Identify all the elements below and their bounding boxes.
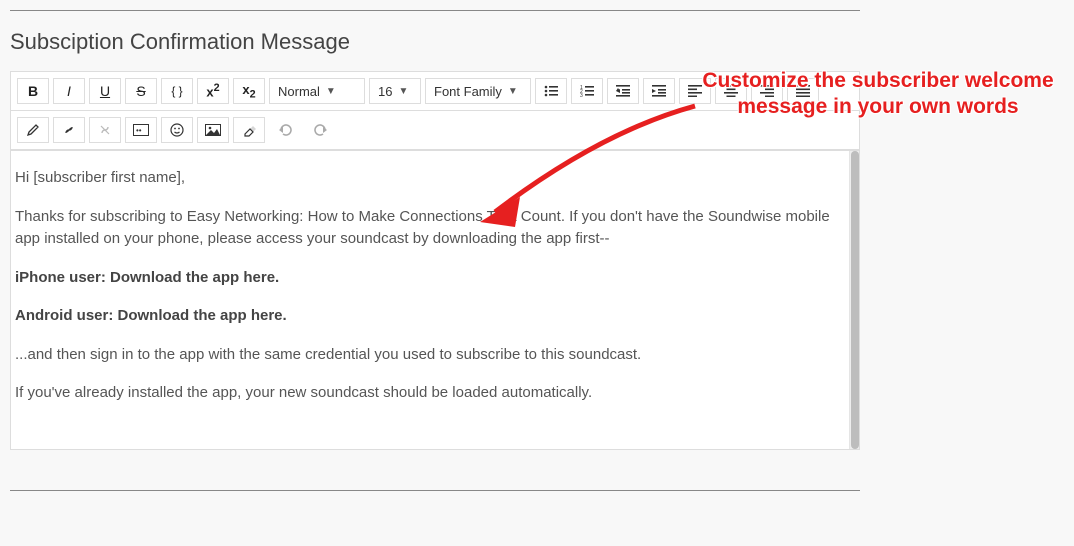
editor-scrollbar[interactable] — [849, 151, 859, 449]
strikethrough-button[interactable]: S — [125, 78, 157, 104]
align-right-button[interactable] — [751, 78, 783, 104]
editor-area[interactable]: Hi [subscriber first name], Thanks for s… — [10, 150, 860, 450]
undo-button[interactable] — [269, 117, 301, 143]
code-braces-button[interactable]: { } — [161, 78, 193, 104]
image-button[interactable] — [197, 117, 229, 143]
editor-toolbar: B I U S { } x2 x2 Normal ▼ 16 ▼ Font Fam… — [10, 71, 860, 110]
align-left-button[interactable] — [679, 78, 711, 104]
eraser-button[interactable] — [233, 117, 265, 143]
align-justify-button[interactable] — [787, 78, 819, 104]
svg-text:••: •• — [136, 126, 142, 135]
unordered-list-button[interactable] — [535, 78, 567, 104]
installed-paragraph: If you've already installed the app, you… — [15, 382, 839, 405]
section-title: Subsciption Confirmation Message — [10, 29, 860, 55]
indent-button[interactable] — [643, 78, 675, 104]
scrollbar-thumb[interactable] — [851, 151, 859, 449]
bottom-divider — [10, 490, 860, 491]
top-divider — [10, 10, 860, 11]
font-family-select[interactable]: Font Family ▼ — [425, 78, 531, 104]
caret-down-icon: ▼ — [508, 86, 518, 97]
pencil-icon-button[interactable] — [17, 117, 49, 143]
link-button[interactable] — [53, 117, 85, 143]
intro-paragraph: Thanks for subscribing to Easy Networkin… — [15, 206, 839, 251]
outdent-button[interactable] — [607, 78, 639, 104]
caret-down-icon: ▼ — [326, 86, 336, 97]
underline-button[interactable]: U — [89, 78, 121, 104]
iphone-line: iPhone user: Download the app here. — [15, 267, 839, 290]
italic-button[interactable]: I — [53, 78, 85, 104]
font-size-select[interactable]: 16 ▼ — [369, 78, 421, 104]
svg-text:3: 3 — [580, 93, 583, 97]
redo-button[interactable] — [305, 117, 337, 143]
align-center-button[interactable] — [715, 78, 747, 104]
editor-content[interactable]: Hi [subscriber first name], Thanks for s… — [11, 151, 849, 449]
caret-down-icon: ▼ — [398, 86, 408, 97]
superscript-button[interactable]: x2 — [197, 78, 229, 104]
signin-paragraph: ...and then sign in to the app with the … — [15, 344, 839, 367]
subscript-button[interactable]: x2 — [233, 78, 265, 104]
special-chars-button[interactable]: •• — [125, 117, 157, 143]
emoji-button[interactable] — [161, 117, 193, 143]
greeting-line: Hi [subscriber first name], — [15, 167, 839, 190]
unlink-button[interactable] — [89, 117, 121, 143]
paragraph-format-select[interactable]: Normal ▼ — [269, 78, 365, 104]
bold-button[interactable]: B — [17, 78, 49, 104]
ordered-list-button[interactable]: 123 — [571, 78, 603, 104]
android-line: Android user: Download the app here. — [15, 305, 839, 328]
